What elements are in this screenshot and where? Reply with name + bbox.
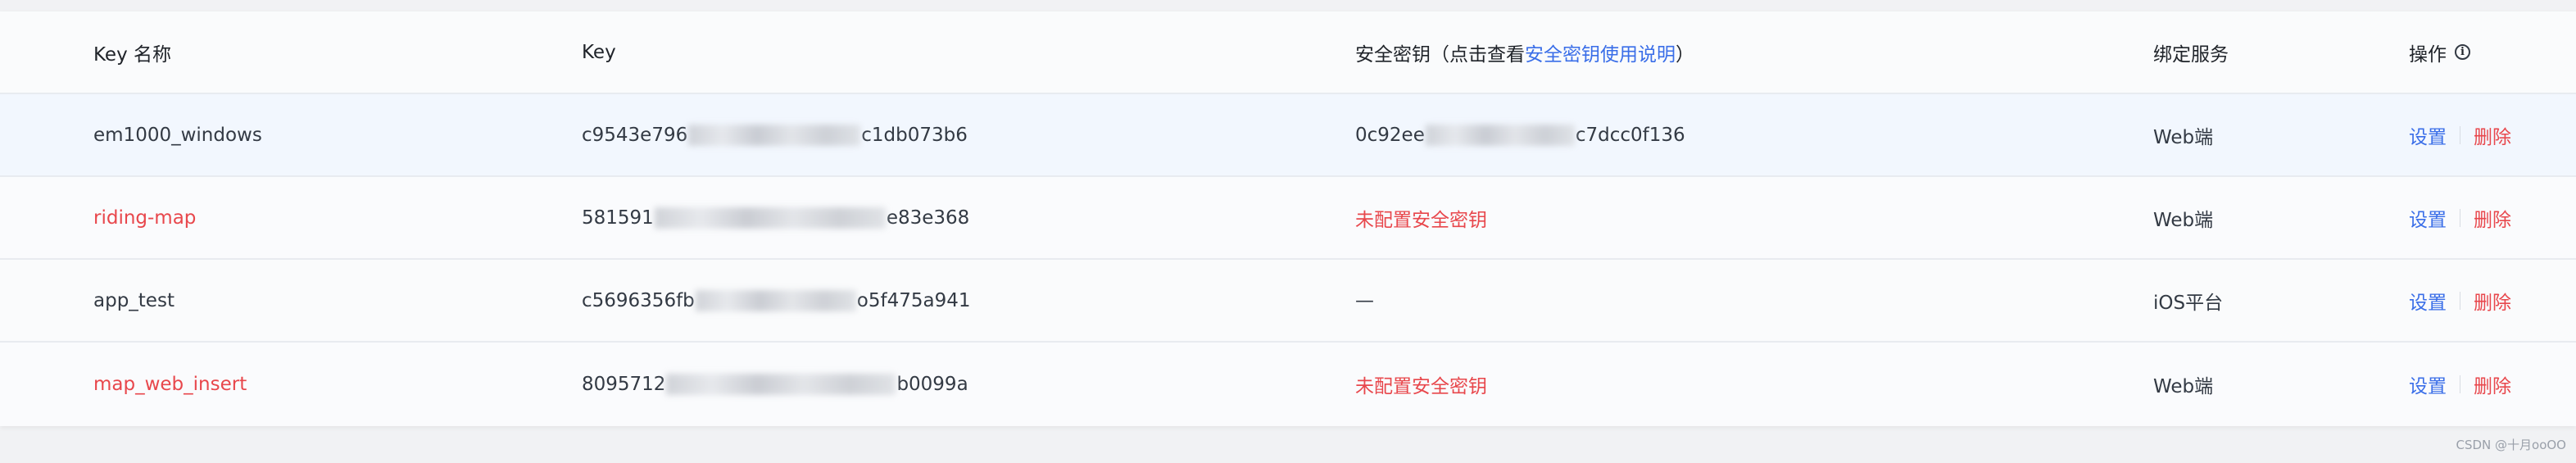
secret-status: 未配置安全密钥: [1355, 376, 1487, 397]
header-key-name: Key 名称: [93, 43, 172, 66]
header-key: Key: [582, 41, 616, 63]
row-ops: 设置 删除: [2409, 177, 2511, 258]
header-secret-suffix: ）: [1676, 43, 1694, 66]
secret-start: 0c92ee: [1355, 124, 1425, 146]
key-name: em1000_windows: [93, 124, 262, 146]
table-row: em1000_windows c9543e796 c1db073b6 0c92ee…: [0, 94, 2576, 177]
settings-link[interactable]: 设置: [2409, 287, 2447, 315]
key-start: 581591: [582, 207, 654, 229]
settings-link[interactable]: 设置: [2409, 121, 2447, 149]
key-redacted: [666, 374, 896, 395]
header-ops-label: 操作: [2409, 43, 2447, 66]
bound-service: Web端: [2153, 376, 2214, 397]
info-icon[interactable]: i: [2455, 44, 2470, 60]
row-ops: 设置 删除: [2409, 260, 2511, 341]
settings-link[interactable]: 设置: [2409, 370, 2447, 398]
table-header: Key 名称 Key 安全密钥（点击查看 安全密钥使用说明） 绑定服务 操作 i: [0, 11, 2576, 94]
delete-link[interactable]: 删除: [2474, 287, 2511, 315]
key-redacted: [688, 124, 861, 146]
key-value: 581591 e83e368: [582, 177, 969, 258]
row-ops: 设置 删除: [2409, 94, 2511, 175]
keys-table: Key 名称 Key 安全密钥（点击查看 安全密钥使用说明） 绑定服务 操作 i …: [0, 11, 2576, 426]
watermark: CSDN @十月ooOO: [2456, 438, 2566, 452]
key-redacted: [695, 289, 856, 311]
key-end: c1db073b6: [861, 124, 968, 146]
header-secret-prefix: 安全密钥（点击查看: [1355, 43, 1525, 66]
key-end: e83e368: [886, 207, 970, 229]
settings-link[interactable]: 设置: [2409, 204, 2447, 232]
key-end: b0099a: [896, 374, 968, 395]
delete-link[interactable]: 删除: [2474, 370, 2511, 398]
delete-link[interactable]: 删除: [2474, 204, 2511, 232]
secret-status: 未配置安全密钥: [1355, 209, 1487, 231]
key-redacted: [654, 207, 886, 229]
secret-redacted: [1425, 124, 1575, 146]
key-name[interactable]: riding-map: [93, 177, 196, 258]
secret-end: c7dcc0f136: [1575, 124, 1685, 146]
key-start: 8095712: [582, 374, 666, 395]
bound-service: iOS平台: [2153, 292, 2224, 314]
table-row: map_web_insert 8095712 b0099a 未配置安全密钥 Web…: [0, 343, 2576, 426]
header-ops: 操作 i: [2409, 11, 2470, 93]
key-value: c5696356fb o5f475a941: [582, 260, 970, 341]
table-row: app_test c5696356fb o5f475a941 — iOS平台 设置…: [0, 260, 2576, 343]
delete-link[interactable]: 删除: [2474, 121, 2511, 149]
key-value: 8095712 b0099a: [582, 343, 968, 426]
table-row: riding-map 581591 e83e368 未配置安全密钥 Web端 设置…: [0, 177, 2576, 260]
key-end: o5f475a941: [856, 289, 971, 311]
row-ops: 设置 删除: [2409, 343, 2511, 426]
key-name[interactable]: map_web_insert: [93, 343, 247, 426]
header-service: 绑定服务: [2153, 43, 2229, 66]
bound-service: Web端: [2153, 126, 2214, 148]
key-name: app_test: [93, 289, 175, 311]
key-start: c5696356fb: [582, 289, 695, 311]
key-value: c9543e796 c1db073b6: [582, 94, 968, 175]
header-secret: 安全密钥（点击查看 安全密钥使用说明）: [1355, 11, 1694, 93]
secret-value: 0c92ee c7dcc0f136: [1355, 94, 1685, 175]
key-start: c9543e796: [582, 124, 688, 146]
secret-status: —: [1355, 289, 1374, 311]
secret-usage-link[interactable]: 安全密钥使用说明: [1525, 39, 1676, 66]
bound-service: Web端: [2153, 209, 2214, 231]
